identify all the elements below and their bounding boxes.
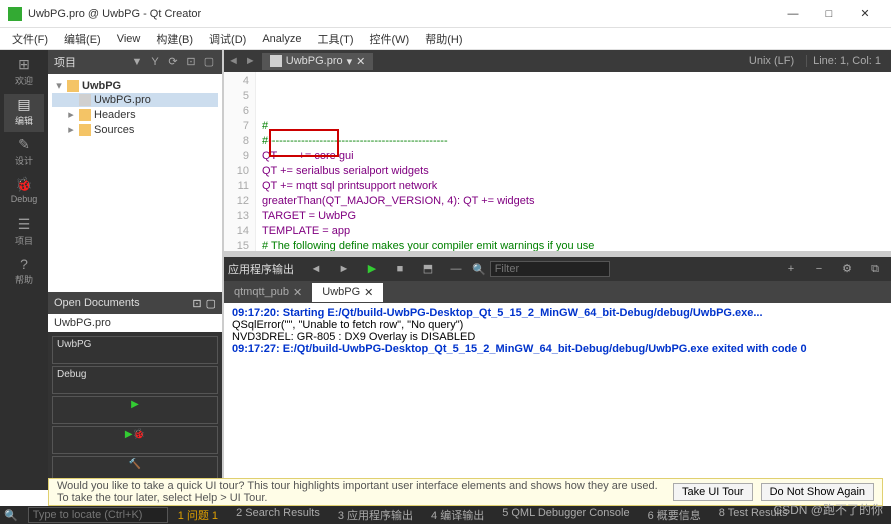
- output-tab[interactable]: UwbPG ✕: [312, 283, 383, 302]
- ui-tour-bar: Would you like to take a quick UI tour? …: [48, 478, 883, 506]
- menu-item[interactable]: 控件(W): [362, 29, 418, 49]
- menu-item[interactable]: Analyze: [254, 31, 309, 47]
- folder-icon: [67, 80, 79, 92]
- output-tab[interactable]: qtmqtt_pub ✕: [224, 283, 312, 302]
- output-tabs: qtmqtt_pub ✕UwbPG ✕: [224, 281, 891, 303]
- filter-input[interactable]: [490, 261, 610, 277]
- menu-item[interactable]: 文件(F): [4, 29, 56, 49]
- line-gutter: 456789101112131415161718192021222324: [224, 72, 256, 251]
- projects-header: 项目 ▼ Y ⟳ ⊡ ▢: [48, 50, 222, 74]
- tree-headers[interactable]: ▸Headers: [52, 107, 218, 122]
- file-icon: [79, 94, 91, 106]
- mode-帮助[interactable]: ?帮助: [4, 254, 44, 292]
- dismiss-tour-button[interactable]: Do Not Show Again: [761, 483, 874, 501]
- sync-icon[interactable]: ⟳: [166, 55, 180, 69]
- output-toolbar: 应用程序输出 ◄ ► ▶ ■ ⬒ — 🔍 + − ⚙ ⧉: [224, 257, 891, 281]
- menu-item[interactable]: 帮助(H): [417, 29, 470, 49]
- next-icon[interactable]: ►: [332, 259, 356, 279]
- close-panel-icon[interactable]: ▢: [206, 297, 216, 310]
- menu-item[interactable]: 调试(D): [201, 29, 254, 49]
- tree-pro-file[interactable]: UwbPG.pro: [52, 93, 218, 107]
- app-icon: [8, 7, 22, 21]
- tour-text: Would you like to take a quick UI tour? …: [57, 480, 665, 504]
- folder-icon: [79, 109, 91, 121]
- open-doc-item[interactable]: UwbPG.pro: [48, 314, 222, 332]
- funnel-icon[interactable]: Y: [148, 55, 162, 69]
- zoom-out-icon[interactable]: −: [807, 259, 831, 279]
- tree-sources[interactable]: ▸Sources: [52, 122, 218, 137]
- mode-设计[interactable]: ✎设计: [4, 134, 44, 172]
- run-button[interactable]: ▶: [52, 396, 218, 424]
- kit-config[interactable]: Debug: [52, 366, 218, 394]
- locator-pane[interactable]: 4 编译输出: [431, 507, 484, 523]
- nav-fwd-icon[interactable]: ►: [245, 55, 256, 67]
- encoding-label[interactable]: Unix (LF): [743, 55, 800, 67]
- popout-icon[interactable]: ⧉: [863, 259, 887, 279]
- rerun-icon[interactable]: ▶: [360, 259, 384, 279]
- split-icon[interactable]: ⊡: [192, 297, 201, 310]
- editor-tab[interactable]: UwbPG.pro ▾ ✕: [262, 53, 374, 70]
- kit-selector: UwbPG Debug ▶ ▶🐞 🔨: [48, 332, 222, 490]
- search-icon: 🔍: [4, 509, 18, 522]
- titlebar: UwbPG.pro @ UwbPG - Qt Creator — □ ✕: [0, 0, 891, 28]
- minimize-button[interactable]: —: [775, 2, 811, 26]
- menu-item[interactable]: 编辑(E): [56, 29, 109, 49]
- locator-pane[interactable]: 2 Search Results: [236, 507, 320, 523]
- maximize-button[interactable]: □: [811, 2, 847, 26]
- locator-pane[interactable]: 1 问题 1: [178, 507, 218, 523]
- open-docs-title: Open Documents: [54, 297, 188, 309]
- kit-project[interactable]: UwbPG: [52, 336, 218, 364]
- zoom-in-icon[interactable]: +: [779, 259, 803, 279]
- mode-欢迎[interactable]: ⊞欢迎: [4, 54, 44, 92]
- project-tree: ▾UwbPG UwbPG.pro ▸Headers ▸Sources: [48, 74, 222, 292]
- close-icon[interactable]: ✕: [293, 286, 302, 299]
- stop-icon[interactable]: ■: [388, 259, 412, 279]
- close-button[interactable]: ✕: [847, 2, 883, 26]
- output-title: 应用程序输出: [228, 261, 294, 277]
- split-icon[interactable]: ⊡: [184, 55, 198, 69]
- cursor-pos[interactable]: Line: 1, Col: 1: [806, 55, 887, 67]
- close-icon[interactable]: ✕: [364, 286, 373, 299]
- code-editor[interactable]: 456789101112131415161718192021222324 ##-…: [224, 72, 891, 251]
- locator-bar: 🔍 1 问题 1 2 Search Results 3 应用程序输出 4 编译输出 5 …: [0, 506, 891, 524]
- take-tour-button[interactable]: Take UI Tour: [673, 483, 753, 501]
- menu-item[interactable]: View: [109, 31, 149, 47]
- mode-Debug[interactable]: 🐞Debug: [4, 174, 44, 212]
- locator-pane[interactable]: 5 QML Debugger Console: [502, 507, 629, 523]
- mode-项目[interactable]: ☰项目: [4, 214, 44, 252]
- folder-icon: [79, 124, 91, 136]
- collapse-icon[interactable]: ▢: [202, 55, 216, 69]
- close-tab-icon[interactable]: ✕: [356, 55, 365, 68]
- attach-icon[interactable]: ⬒: [416, 259, 440, 279]
- nav-back-icon[interactable]: ◄: [228, 55, 239, 67]
- locator-pane[interactable]: 3 应用程序输出: [338, 507, 413, 523]
- locator-input[interactable]: [28, 507, 168, 523]
- dropdown-icon[interactable]: ▾: [347, 55, 353, 68]
- locator-pane[interactable]: 8 Test Results: [719, 507, 788, 523]
- open-documents: Open Documents ⊡ ▢ UwbPG.pro: [48, 292, 222, 332]
- filter-icon[interactable]: ▼: [130, 55, 144, 69]
- clear-icon[interactable]: —: [444, 259, 468, 279]
- mode-编辑[interactable]: ▤编辑: [4, 94, 44, 132]
- output-panel[interactable]: 09:17:20: Starting E:/Qt/build-UwbPG-Des…: [224, 303, 891, 490]
- prev-icon[interactable]: ◄: [304, 259, 328, 279]
- menu-item[interactable]: 构建(B): [148, 29, 201, 49]
- projects-label[interactable]: 项目: [54, 54, 126, 70]
- search-icon: 🔍: [472, 263, 486, 276]
- window-title: UwbPG.pro @ UwbPG - Qt Creator: [28, 8, 775, 20]
- debug-button[interactable]: ▶🐞: [52, 426, 218, 454]
- locator-pane[interactable]: 6 概要信息: [648, 507, 701, 523]
- file-icon: [270, 55, 282, 67]
- tree-root[interactable]: ▾UwbPG: [52, 78, 218, 93]
- menu-item[interactable]: 工具(T): [309, 29, 361, 49]
- editor-tabs: ◄ ► UwbPG.pro ▾ ✕ Unix (LF) Line: 1, Col…: [224, 50, 891, 72]
- menubar: 文件(F)编辑(E)View构建(B)调试(D)Analyze工具(T)控件(W…: [0, 28, 891, 50]
- settings-icon[interactable]: ⚙: [835, 259, 859, 279]
- mode-bar: ⊞欢迎▤编辑✎设计🐞Debug☰项目?帮助: [0, 50, 48, 490]
